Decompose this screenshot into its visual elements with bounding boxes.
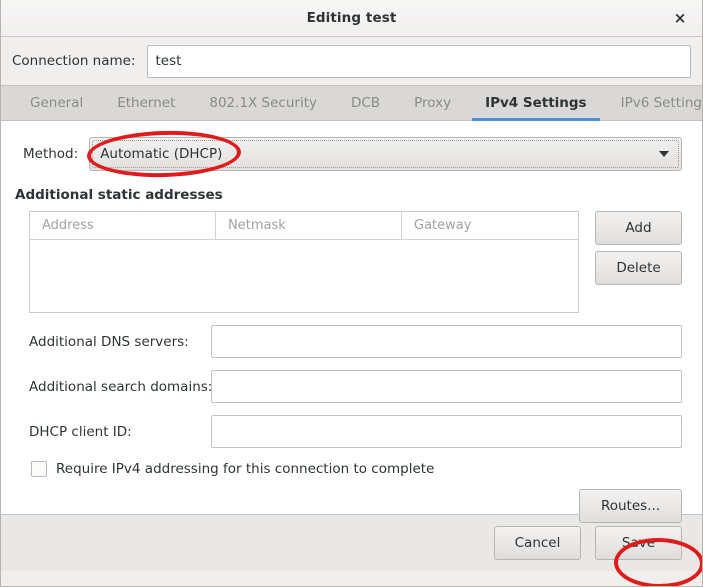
- method-selected-value: Automatic (DHCP): [100, 146, 223, 162]
- tab-8021x-security[interactable]: 802.1X Security: [192, 86, 334, 120]
- require-ipv4-label: Require IPv4 addressing for this connect…: [56, 461, 435, 477]
- connection-name-label: Connection name:: [12, 53, 136, 69]
- tab-dcb[interactable]: DCB: [334, 86, 397, 120]
- chevron-down-icon: [659, 151, 669, 157]
- close-icon[interactable]: ×: [668, 6, 692, 30]
- tab-general[interactable]: General: [13, 86, 100, 120]
- static-addresses-area: Address Netmask Gateway Add Delete: [1, 203, 702, 313]
- connection-name-input[interactable]: [146, 44, 691, 78]
- require-ipv4-checkbox[interactable]: [31, 461, 47, 477]
- window-title: Editing test: [306, 10, 397, 26]
- table-header-row: Address Netmask Gateway: [30, 212, 578, 240]
- method-row: Method: Automatic (DHCP): [1, 121, 702, 171]
- add-button[interactable]: Add: [595, 211, 682, 245]
- dhcp-client-id-row: DHCP client ID:: [1, 415, 702, 448]
- table-body-empty[interactable]: [30, 240, 578, 312]
- method-dropdown[interactable]: Automatic (DHCP): [89, 137, 682, 171]
- column-header-gateway[interactable]: Gateway: [402, 212, 578, 239]
- search-domains-row: Additional search domains:: [1, 370, 702, 403]
- dialog-footer: Cancel Save: [1, 515, 702, 571]
- tab-ethernet[interactable]: Ethernet: [100, 86, 192, 120]
- column-header-address[interactable]: Address: [30, 212, 216, 239]
- ipv4-settings-panel: Method: Automatic (DHCP) Additional stat…: [1, 121, 702, 523]
- tab-ipv4-settings[interactable]: IPv4 Settings: [468, 86, 604, 121]
- tab-ipv6-settings[interactable]: IPv6 Settings: [604, 86, 702, 120]
- connection-name-row: Connection name:: [1, 37, 702, 85]
- static-addresses-table[interactable]: Address Netmask Gateway: [29, 211, 579, 313]
- method-label: Method:: [23, 146, 79, 162]
- search-domains-label: Additional search domains:: [29, 378, 213, 395]
- cancel-button[interactable]: Cancel: [494, 526, 581, 560]
- title-bar: Editing test ×: [1, 0, 702, 37]
- tab-proxy[interactable]: Proxy: [397, 86, 468, 120]
- save-button[interactable]: Save: [595, 526, 682, 560]
- table-actions: Add Delete: [595, 211, 682, 285]
- dhcp-client-id-input[interactable]: [211, 415, 682, 448]
- require-ipv4-row: Require IPv4 addressing for this connect…: [1, 461, 702, 477]
- static-addresses-title: Additional static addresses: [15, 187, 223, 203]
- dns-servers-input[interactable]: [211, 325, 682, 358]
- delete-button[interactable]: Delete: [595, 251, 682, 285]
- column-header-netmask[interactable]: Netmask: [216, 212, 402, 239]
- routes-button[interactable]: Routes...: [579, 489, 682, 523]
- dns-servers-label: Additional DNS servers:: [29, 333, 189, 350]
- tab-bar: General Ethernet 802.1X Security DCB Pro…: [1, 85, 702, 121]
- search-domains-input[interactable]: [211, 370, 682, 403]
- dns-servers-row: Additional DNS servers:: [1, 325, 702, 358]
- routes-row: Routes...: [1, 489, 702, 523]
- dhcp-client-id-label: DHCP client ID:: [29, 423, 132, 440]
- editing-connection-dialog: Editing test × Connection name: General …: [0, 0, 703, 587]
